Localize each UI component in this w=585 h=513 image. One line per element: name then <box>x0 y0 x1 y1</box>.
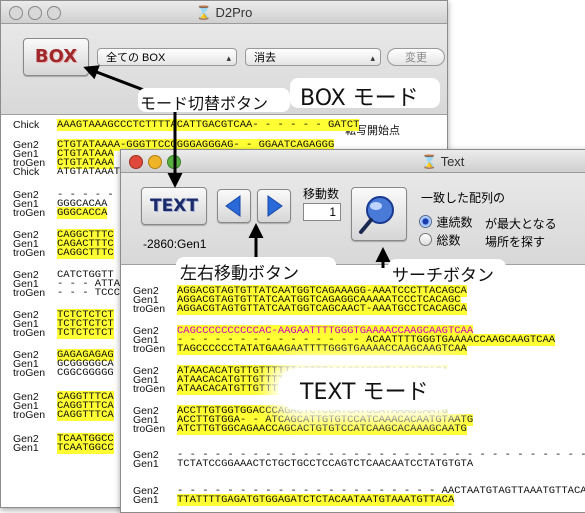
seq-label: Chick <box>13 166 40 178</box>
seq-label: troGen <box>13 207 46 219</box>
seq-label: troGen <box>133 343 166 355</box>
sequence-row: ATGTATAAAT <box>57 166 121 178</box>
text-mode-window: ⌛ Text TEXT 移動数 1 -2860:Gen1 一致した配列の 連続数… <box>120 149 585 513</box>
seq-label: troGen <box>13 409 46 421</box>
app-icon: ⌛ <box>421 154 438 169</box>
sequence-row: TAGCCCCCCTATATGAAGAATTTTGGGTGAAAACCAAGCA… <box>177 343 467 355</box>
sequence-row: CAGGCTTTC <box>57 247 114 259</box>
text-mode-label: TEXT <box>150 196 198 216</box>
seq-label: troGen <box>133 423 166 435</box>
window-title: Text <box>440 154 465 169</box>
sequence-row: CAGGTTTCA <box>57 409 114 421</box>
sequence-row: - - - TCCC <box>57 287 121 299</box>
seq-label: Gen1 <box>133 494 159 506</box>
zoom-window-button[interactable] <box>167 155 181 169</box>
radio-unselected-icon <box>419 233 432 247</box>
sequence-row: ATCTTGTGGCAGAACCAGCACTGTGTCCATCAAGCACAAA… <box>177 423 467 435</box>
select-arrows-icon: ▴ <box>370 53 375 63</box>
mode-button-callout-text: モード切替ボタン <box>140 94 269 113</box>
seq-label: Gen1 <box>133 458 159 470</box>
sequence-row: TCTATCCGGAAACTCTGCTGCCTCCAGTCTCAACAATCCT… <box>177 458 474 470</box>
search-button-callout-text: サーチボタン <box>392 266 494 286</box>
box-window-titlebar: ⌛ D2Pro <box>1 1 447 24</box>
move-count-label: 移動数 <box>303 187 340 201</box>
move-right-button[interactable] <box>257 189 291 223</box>
window-title: D2Pro <box>215 5 253 20</box>
seq-label: Gen1 <box>13 442 39 454</box>
sequence-row: TTATTTTGAGATGTGGAGATCTCTACAATAATGTAAATGT… <box>177 494 455 506</box>
seq-label: troGen <box>13 367 46 379</box>
box-filter-select[interactable]: 全ての BOX ▴ <box>97 48 237 66</box>
box-mode-button[interactable]: BOX <box>23 38 89 76</box>
sequence-row: AAAGTAAAGCCCTCTTTTACATTGACGTCAA- - - - -… <box>57 119 360 131</box>
seq-label: troGen <box>133 303 166 315</box>
close-window-button[interactable] <box>129 155 143 169</box>
seq-label: troGen <box>133 383 166 395</box>
radio-note-max: が最大となる <box>485 217 557 231</box>
sequence-row: GGGCACCA <box>57 207 108 219</box>
seq-label: troGen <box>13 247 46 259</box>
position-readout: -2860:Gen1 <box>143 237 207 251</box>
seq-label: troGen <box>13 327 46 339</box>
change-button[interactable]: 変更 <box>387 48 445 66</box>
search-button[interactable] <box>351 187 407 241</box>
text-window-titlebar: ⌛ Text <box>121 150 585 173</box>
search-icon <box>359 196 394 234</box>
action-select[interactable]: 消去 ▴ <box>245 48 381 66</box>
app-icon: ⌛ <box>195 5 212 20</box>
sequence-row: TCTCTCTCT <box>57 327 114 339</box>
radio-note-search: 場所を探す <box>485 235 546 249</box>
sequence-row: CGGCGGGGG <box>57 367 114 379</box>
move-count-input[interactable]: 1 <box>303 203 341 221</box>
seq-label: Chick <box>13 119 40 131</box>
select-arrows-icon: ▴ <box>226 53 231 63</box>
sequence-row: TCAATGGCC <box>57 442 114 454</box>
radio-total[interactable]: 総数 <box>419 231 460 249</box>
sequence-row: AGGACGTAGTGTTATCAATGGTCAGCAACT-AAATGCCTC… <box>177 303 467 315</box>
box-mode-label: BOX <box>34 46 78 67</box>
nav-buttons-callout-text: 左右移動ボタン <box>180 264 299 284</box>
text-mode-callout-text: TEXT モード <box>300 380 429 405</box>
left-arrow-icon <box>225 195 241 217</box>
right-arrow-icon <box>267 195 283 217</box>
match-label: 一致した配列の <box>421 191 506 205</box>
radio-selected-icon <box>419 215 432 229</box>
text-mode-button[interactable]: TEXT <box>141 187 207 225</box>
seq-label: troGen <box>13 287 46 299</box>
move-left-button[interactable] <box>217 189 251 223</box>
text-toolbar: TEXT 移動数 1 -2860:Gen1 一致した配列の 連続数 総数 が最大… <box>121 173 585 265</box>
radio-consecutive[interactable]: 連続数 <box>419 213 472 231</box>
minimize-window-button[interactable] <box>148 155 162 169</box>
box-mode-callout-text: BOX モード <box>300 86 419 111</box>
